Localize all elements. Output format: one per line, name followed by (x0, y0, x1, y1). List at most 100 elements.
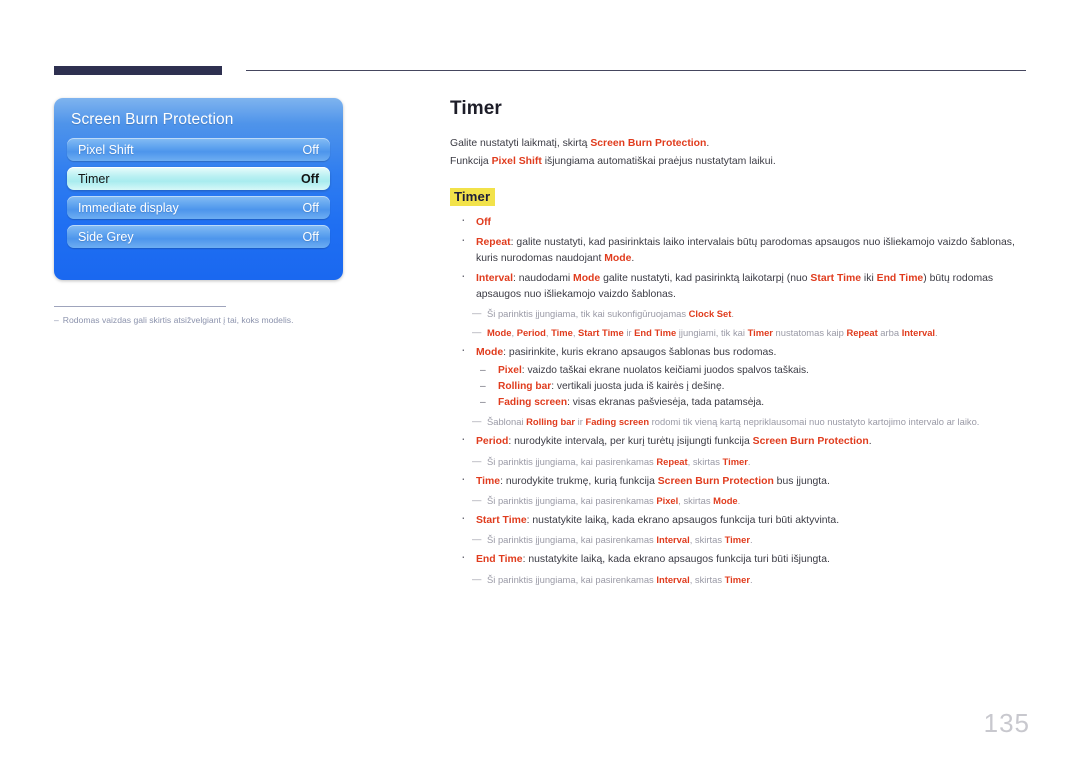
note-mid-2: nustatomas kaip (772, 327, 847, 339)
note-clock-set: Ši parinktis įjungiama, tik kai sukonfig… (450, 306, 1036, 321)
note-mid: , skirtas (678, 495, 714, 507)
item-text-1: : naudodami (512, 273, 574, 285)
note-accent-repeat: Repeat (656, 455, 688, 467)
list-item-repeat: Repeat: galite nustatyti, kad pasirinkta… (450, 232, 1036, 266)
list-item-end-time: End Time: nustatykite laiką, kada ekrano… (450, 549, 1036, 567)
item-label-start-time: Start Time (476, 515, 527, 527)
footnote-dash: – (54, 315, 59, 325)
note-mid: įjungiami, tik kai (676, 327, 748, 339)
intro-paragraph-1: Galite nustatyti laikmatį, skirtą Screen… (450, 136, 1036, 153)
note-mid: , skirtas (689, 534, 725, 546)
note-accent-end-time: End Time (634, 327, 677, 339)
item-text-2: galite nustatyti, kad pasirinktą laikota… (600, 273, 811, 285)
osd-row-label: Immediate display (78, 200, 179, 215)
note-post: . (737, 495, 741, 507)
mode-option-rolling-bar: Rolling bar: vertikali juosta juda iš ka… (476, 379, 1036, 395)
note-accent-interval: Interval (656, 573, 690, 585)
note-patterns-once: Šablonai Rolling bar ir Fading screen ro… (450, 414, 1036, 429)
note-accent-time: Time (551, 327, 573, 339)
item-accent-mode: Mode (573, 273, 601, 285)
note-accent-repeat: Repeat (846, 327, 878, 339)
note-mid: , skirtas (689, 573, 725, 585)
item-text-2: . (868, 436, 872, 448)
note-pre: Ši parinktis įjungiama, kai pasirenkamas (487, 534, 657, 546)
mode-option-text: : vaizdo taškai ekrane nuolatos keičiami… (521, 365, 809, 377)
item-label-off: Off (476, 217, 492, 228)
note-accent-interval: Interval (901, 327, 936, 339)
item-label-repeat: Repeat (476, 237, 511, 249)
list-item-time: Time: nurodykite trukmę, kurią funkcija … (450, 471, 1036, 489)
list-item-interval: Interval: naudodami Mode galite nustatyt… (450, 268, 1036, 302)
intro-1-pre: Galite nustatyti laikmatį, skirtą (450, 138, 591, 149)
note-accent-rolling-bar: Rolling bar (526, 416, 576, 428)
note-accent-timer: Timer (724, 534, 750, 546)
note-post: . (750, 573, 753, 585)
osd-row-label: Side Grey (78, 229, 134, 244)
mode-option-text: : vertikali juosta juda iš kairės į deši… (551, 381, 725, 393)
item-text-end-time: : nustatykite laiką, kada ekrano apsaugo… (522, 554, 830, 566)
intro-1-post: . (706, 138, 710, 149)
item-text-3: iki (861, 273, 877, 285)
note-pre: Šablonai (487, 416, 527, 428)
page-title: Timer (450, 98, 502, 119)
main-content: Timer Galite nustatyti laikmatį, skirtą … (450, 98, 1036, 592)
mode-option-label: Fading screen (498, 396, 568, 408)
note-pre: Ši parinktis įjungiama, kai pasirenkamas (487, 573, 657, 585)
note-post: . (747, 455, 751, 467)
osd-row-value: Off (300, 171, 319, 186)
osd-row-side-grey[interactable]: Side Grey Off (67, 225, 330, 248)
mode-option-fading-screen: Fading screen: visas ekranas pašviesėja,… (476, 395, 1036, 411)
footnote-text: Rodomas vaizdas gali skirtis atsižvelgia… (62, 315, 294, 325)
list-item-period: Period: nurodykite intervalą, per kurį t… (450, 431, 1036, 449)
header-rule-thin (246, 70, 1026, 71)
note-accent-fading-screen: Fading screen (585, 416, 650, 428)
settings-list: Off Repeat: galite nustatyti, kad pasiri… (450, 212, 1036, 587)
mode-option-pixel: Pixel: vaizdo taškai ekrane nuolatos kei… (476, 363, 1036, 379)
note-ir: ir (575, 416, 586, 428)
intro-1-accent: Screen Burn Protection (590, 138, 707, 149)
page-header-rule (54, 66, 1026, 76)
osd-row-value: Off (302, 200, 319, 215)
item-accent-end-time: End Time (876, 273, 924, 285)
list-item-off: Off (450, 212, 1036, 230)
item-text-start-time: : nustatykite laiką, kada ekrano apsaugo… (526, 515, 840, 527)
item-label-mode: Mode (476, 347, 504, 359)
osd-row-pixel-shift[interactable]: Pixel Shift Off (67, 138, 330, 161)
footnote-divider (54, 306, 226, 307)
list-item-start-time: Start Time: nustatykite laiką, kada ekra… (450, 510, 1036, 528)
note-arba: arba (877, 327, 902, 339)
item-text-1: : nurodykite trukmę, kurią funkcija (500, 475, 658, 487)
intro-2-accent: Pixel Shift (491, 155, 542, 167)
intro-paragraph-2: Funkcija Pixel Shift išjungiama automati… (450, 154, 1036, 171)
item-accent-mode: Mode (604, 252, 632, 264)
osd-menu-panel: Screen Burn Protection Pixel Shift Off T… (54, 98, 343, 280)
osd-row-label: Pixel Shift (78, 142, 134, 157)
note-period: Ši parinktis įjungiama, kai pasirenkamas… (450, 454, 1036, 469)
mode-option-text: : visas ekranas pašviesėja, tada patamsė… (567, 396, 765, 408)
note-end: . (935, 327, 938, 339)
note-accent-clock-set: Clock Set (688, 308, 732, 320)
item-accent-start-time: Start Time (810, 273, 862, 285)
intro-2-pre: Funkcija (450, 155, 492, 167)
item-text-repeat-end: . (631, 252, 635, 264)
note-end-time: Ši parinktis įjungiama, kai pasirenkamas… (450, 572, 1036, 587)
intro-2-post: išjungiama automatiškai praėjus nustatyt… (541, 155, 776, 167)
osd-menu-title: Screen Burn Protection (71, 111, 234, 128)
osd-row-timer[interactable]: Timer Off (67, 167, 330, 190)
note-accent-timer: Timer (724, 573, 750, 585)
mode-options-list: Pixel: vaizdo taškai ekrane nuolatos kei… (476, 363, 1036, 410)
item-text-mode: : pasirinkite, kuris ekrano apsaugos šab… (503, 347, 777, 359)
note-ir: ir (623, 327, 635, 339)
item-text-repeat: : galite nustatyti, kad pasirinktais lai… (476, 237, 1015, 264)
osd-row-immediate-display[interactable]: Immediate display Off (67, 196, 330, 219)
mode-option-label: Rolling bar (498, 381, 552, 393)
note-mid: , skirtas (687, 455, 723, 467)
mode-option-label: Pixel (498, 365, 522, 377)
note-accent-interval: Interval (656, 534, 690, 546)
note-time: Ši parinktis įjungiama, kai pasirenkamas… (450, 493, 1036, 508)
note-accent-timer: Timer (747, 327, 773, 339)
page-number: 135 (983, 708, 1030, 738)
osd-row-label: Timer (78, 171, 110, 186)
item-label-period: Period (476, 436, 509, 448)
item-label-end-time: End Time (476, 554, 523, 566)
